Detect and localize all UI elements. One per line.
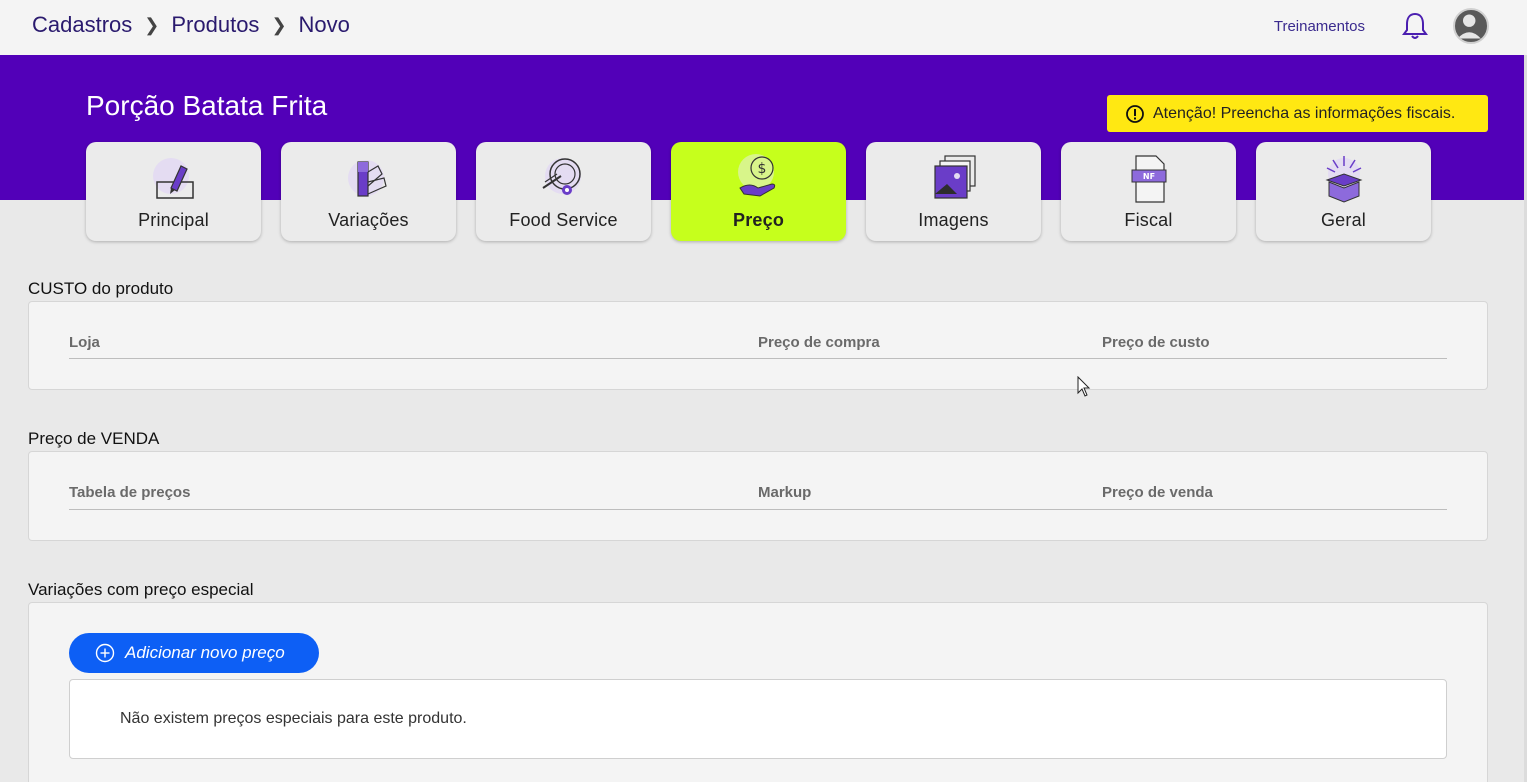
svg-text:NF: NF (1142, 172, 1154, 181)
table-header-divider (69, 358, 1447, 359)
tab-food-service[interactable]: Food Service (476, 142, 651, 241)
breadcrumb-cadastros[interactable]: Cadastros (32, 12, 132, 38)
mouse-cursor-icon (1077, 376, 1091, 397)
col-tabela-precos: Tabela de preços (69, 484, 191, 501)
especial-section-title: Variações com preço especial (28, 580, 254, 599)
custo-card: Loja Preço de compra Preço de custo (28, 301, 1488, 390)
color-swatch-icon (347, 160, 387, 197)
especial-card: Adicionar novo preço Não existem preços … (28, 602, 1488, 782)
add-new-price-label: Adicionar novo preço (125, 643, 285, 662)
breadcrumb-produtos[interactable]: Produtos (171, 12, 259, 38)
col-preco-custo: Preço de custo (1102, 334, 1210, 351)
tab-label: Geral (1320, 210, 1366, 230)
tab-label: Food Service (509, 210, 618, 230)
plate-cutlery-icon (541, 158, 581, 195)
chevron-right-icon: ❯ (144, 14, 160, 35)
top-right-actions: Treinamentos (1274, 8, 1489, 44)
alert-text: Atenção! Preencha as informações fiscais… (1153, 104, 1456, 122)
breadcrumb-novo: Novo (298, 12, 350, 37)
special-prices-empty-state: Não existem preços especiais para este p… (69, 679, 1447, 759)
col-loja: Loja (69, 334, 100, 351)
user-icon (1457, 14, 1481, 39)
tab-fiscal[interactable]: NF Fiscal (1061, 142, 1236, 241)
bell-icon[interactable] (1401, 11, 1429, 41)
tab-principal[interactable]: Principal (86, 142, 261, 241)
tab-preco[interactable]: $ Preço (671, 142, 846, 241)
hand-dollar-icon: $ (737, 154, 775, 197)
tab-imagens[interactable]: Imagens (866, 142, 1041, 241)
table-header-divider (69, 509, 1447, 510)
tab-label: Fiscal (1124, 210, 1173, 230)
open-box-icon (1324, 156, 1363, 203)
tab-variacoes[interactable]: Variações (281, 142, 456, 241)
top-bar: Cadastros ❯ Produtos ❯ Novo Treinamentos (0, 0, 1527, 55)
chevron-right-icon: ❯ (271, 14, 287, 35)
images-icon (933, 155, 976, 199)
tab-label: Principal (138, 210, 209, 230)
empty-message: Não existem preços especiais para este p… (120, 710, 467, 727)
add-new-price-button[interactable]: Adicionar novo preço (69, 633, 319, 673)
avatar[interactable] (1453, 8, 1489, 44)
product-title: Porção Batata Frita (86, 90, 328, 121)
product-tabs: Principal Variações Food Service $ Preço… (86, 142, 1451, 241)
breadcrumb: Cadastros ❯ Produtos ❯ Novo (32, 12, 350, 38)
col-markup: Markup (758, 484, 812, 501)
pencil-icon (152, 158, 194, 199)
warning-icon (1126, 104, 1144, 123)
col-preco-venda: Preço de venda (1102, 484, 1213, 501)
tab-label: Imagens (918, 210, 989, 230)
treinamentos-link[interactable]: Treinamentos (1274, 18, 1365, 35)
nf-document-icon: NF (1131, 155, 1166, 203)
tab-geral[interactable]: Geral (1256, 142, 1431, 241)
col-preco-compra: Preço de compra (758, 334, 880, 351)
fiscal-alert[interactable]: Atenção! Preencha as informações fiscais… (1107, 95, 1488, 132)
custo-section-title: CUSTO do produto (28, 279, 174, 298)
venda-card: Tabela de preços Markup Preço de venda (28, 451, 1488, 541)
venda-section-title: Preço de VENDA (28, 429, 160, 448)
svg-text:$: $ (757, 161, 766, 177)
tab-label: Variações (328, 210, 409, 230)
plus-circle-icon (95, 643, 115, 663)
tab-label: Preço (732, 210, 785, 230)
